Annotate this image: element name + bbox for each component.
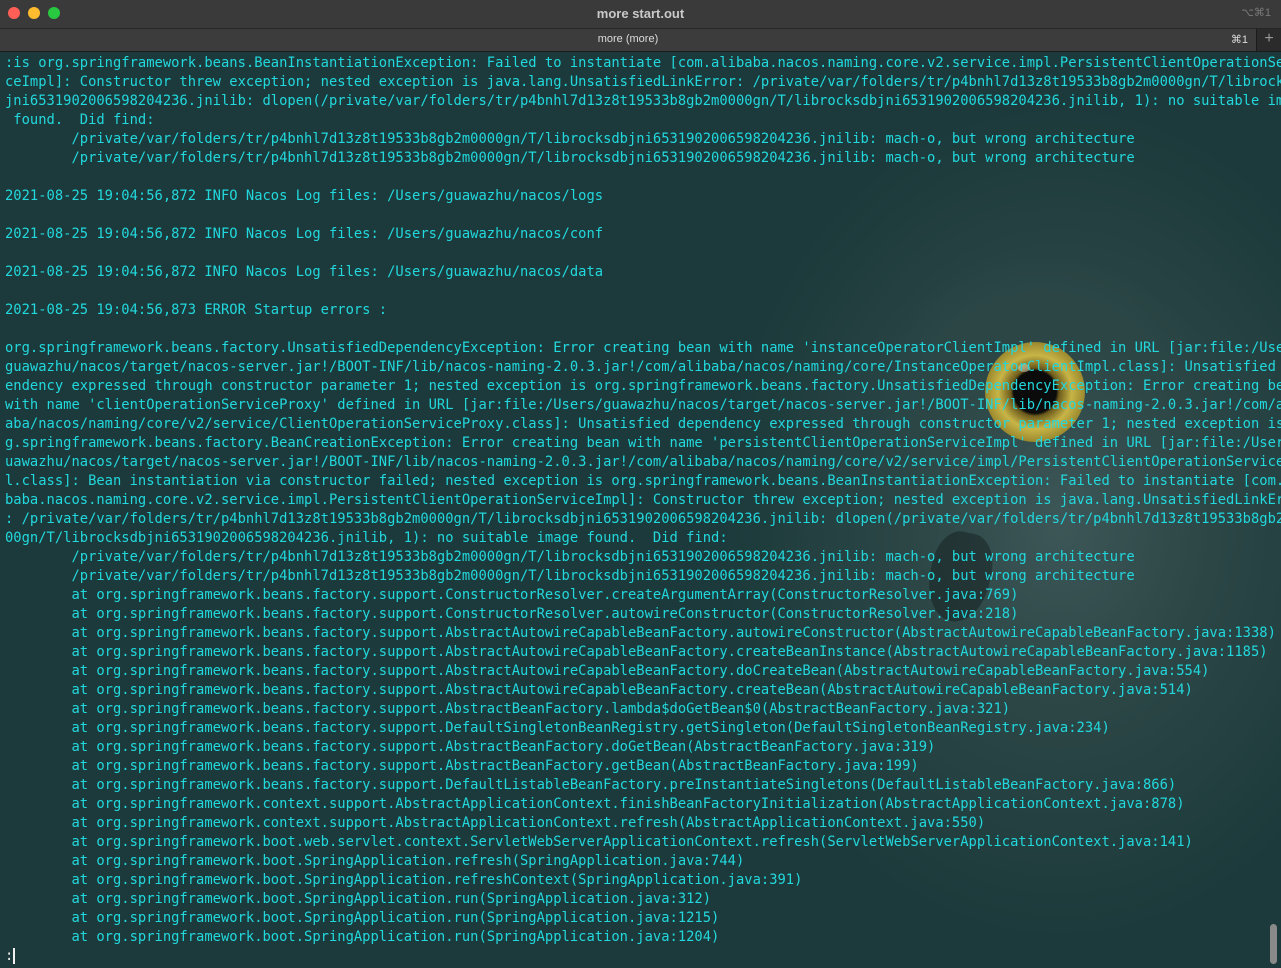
- log-line: at org.springframework.boot.SpringApplic…: [5, 853, 745, 869]
- log-line: at org.springframework.beans.factory.sup…: [5, 758, 919, 774]
- log-line: at org.springframework.beans.factory.sup…: [5, 701, 1011, 717]
- new-tab-button[interactable]: +: [1256, 29, 1281, 51]
- log-line: at org.springframework.beans.factory.sup…: [5, 644, 1268, 660]
- log-line: at org.springframework.beans.factory.sup…: [5, 720, 1110, 736]
- log-line: at org.springframework.beans.factory.sup…: [5, 739, 936, 755]
- log-line: at org.springframework.boot.SpringApplic…: [5, 891, 712, 907]
- window-titlebar: more start.out ⌥⌘1: [0, 0, 1281, 29]
- log-line: at org.springframework.boot.web.servlet.…: [5, 834, 1193, 850]
- log-line: baba.nacos.naming.core.v2.service.impl.P…: [5, 492, 1281, 508]
- log-line: at org.springframework.beans.factory.sup…: [5, 606, 1019, 622]
- log-line: endency expressed through constructor pa…: [5, 378, 1281, 394]
- log-line: with name 'clientOperationServiceProxy' …: [5, 397, 1281, 413]
- log-line: 2021-08-25 19:04:56,872 INFO Nacos Log f…: [5, 188, 604, 204]
- log-line: at org.springframework.beans.factory.sup…: [5, 663, 1210, 679]
- more-prompt[interactable]: :: [5, 947, 1281, 966]
- log-line: ceImpl]: Constructor threw exception; ne…: [5, 74, 1281, 90]
- log-line: aba/nacos/naming/core/v2/service/ClientO…: [5, 416, 1281, 432]
- tab-shortcut: ⌘1: [1230, 34, 1248, 46]
- window-title: more start.out: [596, 6, 685, 21]
- log-line: /private/var/folders/tr/p4bnhl7d13z8t195…: [5, 568, 1135, 584]
- log-line: uawazhu/nacos/target/nacos-server.jar!/B…: [5, 454, 1281, 470]
- log-line: l.class]: Bean instantiation via constru…: [5, 473, 1281, 489]
- terminal-log: :is org.springframework.beans.BeanInstan…: [5, 54, 1281, 966]
- text-cursor: [13, 948, 16, 964]
- log-line: at org.springframework.boot.SpringApplic…: [5, 910, 720, 926]
- log-line: at org.springframework.beans.factory.sup…: [5, 625, 1276, 641]
- log-line: org.springframework.beans.factory.Unsati…: [5, 340, 1281, 356]
- log-line: at org.springframework.beans.factory.sup…: [5, 777, 1177, 793]
- log-line: at org.springframework.beans.factory.sup…: [5, 682, 1193, 698]
- scrollbar-thumb[interactable]: [1270, 924, 1277, 964]
- log-line: at org.springframework.boot.SpringApplic…: [5, 929, 720, 945]
- prompt-text: :: [5, 948, 14, 964]
- terminal-output-area[interactable]: :is org.springframework.beans.BeanInstan…: [0, 52, 1281, 968]
- log-line: jni6531902006598204236.jnilib: dlopen(/p…: [5, 93, 1281, 109]
- log-line: 2021-08-25 19:04:56,872 INFO Nacos Log f…: [5, 226, 604, 242]
- log-line: 2021-08-25 19:04:56,873 ERROR Startup er…: [5, 302, 388, 318]
- log-line: g.springframework.beans.factory.BeanCrea…: [5, 435, 1281, 451]
- log-line: : /private/var/folders/tr/p4bnhl7d13z8t1…: [5, 511, 1281, 527]
- log-line: at org.springframework.context.support.A…: [5, 796, 1185, 812]
- log-line: guawazhu/nacos/target/nacos-server.jar!/…: [5, 359, 1281, 375]
- log-line: :is org.springframework.beans.BeanInstan…: [5, 55, 1281, 71]
- log-line: 2021-08-25 19:04:56,872 INFO Nacos Log f…: [5, 264, 604, 280]
- window-shortcut: ⌥⌘1: [1241, 7, 1271, 19]
- log-line: at org.springframework.beans.factory.sup…: [5, 587, 1019, 603]
- log-line: /private/var/folders/tr/p4bnhl7d13z8t195…: [5, 131, 1135, 147]
- log-line: /private/var/folders/tr/p4bnhl7d13z8t195…: [5, 549, 1135, 565]
- tab-label: more (more): [597, 33, 659, 45]
- tab-bar: more (more) ⌘1 +: [0, 29, 1281, 52]
- log-line: 00gn/T/librocksdbjni6531902006598204236.…: [5, 530, 728, 546]
- log-line: at org.springframework.boot.SpringApplic…: [5, 872, 803, 888]
- log-line: at org.springframework.context.support.A…: [5, 815, 986, 831]
- tab-more[interactable]: more (more) ⌘1: [0, 29, 1256, 51]
- log-line: /private/var/folders/tr/p4bnhl7d13z8t195…: [5, 150, 1135, 166]
- log-line: found. Did find:: [5, 112, 155, 128]
